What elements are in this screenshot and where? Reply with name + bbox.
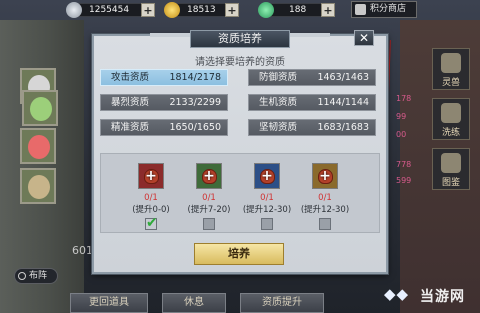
beast-avatar-icon — [28, 175, 50, 199]
bottom-button-1[interactable]: 更回道具 — [70, 293, 148, 313]
stat-name: 防御资质 — [259, 72, 298, 83]
stat-fury[interactable]: 暴烈资质 2133/2299 — [100, 94, 228, 111]
tab-refine[interactable]: 洗练 — [432, 98, 470, 140]
item-slot-4[interactable]: + — [312, 163, 338, 189]
aptitude-training-dialog: 请选择要培养的资质 攻击资质 1814/2178 防御资质 1463/1463 … — [92, 34, 388, 274]
refine-icon — [441, 103, 461, 123]
points-shop-button[interactable]: 积分商店 — [351, 1, 417, 18]
item-slot-1[interactable]: + — [138, 163, 164, 189]
item-count-1: 0/1 — [144, 193, 158, 203]
item-checkbox-1[interactable]: ✔ — [145, 215, 158, 231]
gold-value: 18513 — [187, 5, 216, 15]
right-number-4: 778 — [396, 160, 412, 169]
tab-spirit-beast[interactable]: 灵兽 — [432, 48, 470, 90]
item-slot-3[interactable]: + — [254, 163, 280, 189]
item-count-2: 0/1 — [202, 193, 216, 203]
dialog-subtitle: 请选择要培养的资质 — [195, 57, 285, 68]
silver-value: 1255454 — [89, 5, 130, 15]
add-gem-button[interactable]: + — [321, 3, 335, 17]
stat-precision[interactable]: 精准资质 1650/1650 — [100, 119, 228, 136]
watermark-logo-icon: ◆◆ — [384, 285, 410, 303]
shop-icon — [355, 4, 366, 15]
right-number-2: 99 — [396, 112, 407, 121]
pet-portrait-4[interactable] — [20, 168, 56, 204]
stat-name: 生机资质 — [259, 97, 298, 108]
pet-portrait-2[interactable] — [22, 90, 58, 126]
item-count-3: 0/1 — [260, 193, 274, 203]
stat-defense[interactable]: 防御资质 1463/1463 — [248, 69, 376, 86]
gem-resource: 188 + — [258, 2, 335, 18]
item-slot-2[interactable]: + — [196, 163, 222, 189]
stat-value: 1144/1144 — [317, 97, 369, 108]
formation-label: 布阵 — [29, 271, 48, 281]
gold-resource: 18513 + — [164, 2, 239, 18]
plus-icon: + — [145, 168, 157, 184]
plus-icon: + — [203, 168, 215, 184]
gem-value: 188 — [289, 5, 307, 15]
item-count-4: 0/1 — [318, 193, 332, 203]
tab-refine-label: 洗练 — [441, 128, 460, 138]
silver-resource: 1255454 + — [66, 2, 155, 18]
pink-hair-avatar-icon — [28, 135, 50, 159]
tab-codex[interactable]: 图鉴 — [432, 148, 470, 190]
bottom-button-3[interactable]: 资质提升 — [240, 293, 324, 313]
right-number-3: 00 — [396, 130, 407, 139]
plus-icon: + — [319, 168, 331, 184]
tab-codex-label: 图鉴 — [441, 178, 460, 188]
train-button[interactable]: 培养 — [194, 243, 284, 265]
silver-coin-icon — [66, 2, 82, 18]
stat-value: 1463/1463 — [317, 72, 369, 83]
dialog-title: 资质培养 — [190, 30, 290, 48]
right-number-5: 599 — [396, 176, 412, 185]
item-checkbox-2[interactable] — [203, 218, 215, 230]
stat-value: 2133/2299 — [169, 97, 221, 108]
close-button[interactable]: ✕ — [354, 30, 374, 46]
watermark-text: 当游网 — [420, 289, 465, 305]
stat-value: 1814/2178 — [169, 72, 221, 83]
title-wing-left — [150, 33, 190, 37]
watermark: ◆◆ 当游网 — [384, 285, 480, 311]
stat-vitality[interactable]: 生机资质 1144/1144 — [248, 94, 376, 111]
stat-name: 坚韧资质 — [259, 122, 298, 133]
add-silver-button[interactable]: + — [141, 3, 155, 17]
side-number: 601 — [72, 244, 93, 257]
plus-icon: + — [261, 168, 273, 184]
title-wing-right — [290, 33, 330, 37]
codex-icon — [441, 153, 461, 173]
green-pet-avatar-icon — [30, 97, 52, 121]
resource-bar: 1255454 + 18513 + 188 + 积分商店 — [0, 0, 480, 22]
checkmark-icon: ✔ — [146, 215, 158, 231]
item-range-4: (提升12-30) — [300, 205, 350, 215]
spirit-beast-icon — [441, 53, 461, 73]
item-range-1: (提升0-0) — [132, 205, 170, 215]
stat-name: 暴烈资质 — [111, 97, 150, 108]
formation-button[interactable]: 布阵 — [14, 268, 58, 284]
right-number-1: 178 — [396, 94, 412, 103]
stat-attack[interactable]: 攻击资质 1814/2178 — [100, 69, 228, 86]
item-checkbox-3[interactable] — [261, 218, 273, 230]
pet-portrait-3[interactable] — [20, 128, 56, 164]
add-gold-button[interactable]: + — [225, 3, 239, 17]
item-checkbox-4[interactable] — [319, 218, 331, 230]
stat-name: 精准资质 — [111, 122, 150, 133]
bottom-button-2[interactable]: 休息 — [162, 293, 226, 313]
stat-value: 1650/1650 — [169, 122, 221, 133]
formation-icon — [18, 272, 26, 280]
item-range-3: (提升12-30) — [242, 205, 292, 215]
green-gem-icon — [258, 2, 274, 18]
gold-coin-icon — [164, 2, 180, 18]
stat-name: 攻击资质 — [111, 72, 150, 83]
item-range-2: (提升7-20) — [187, 205, 231, 215]
points-shop-label: 积分商店 — [370, 4, 407, 14]
stat-toughness[interactable]: 坚韧资质 1683/1683 — [248, 119, 376, 136]
tab-spirit-beast-label: 灵兽 — [441, 78, 460, 88]
close-icon: ✕ — [358, 31, 370, 45]
stat-value: 1683/1683 — [317, 122, 369, 133]
